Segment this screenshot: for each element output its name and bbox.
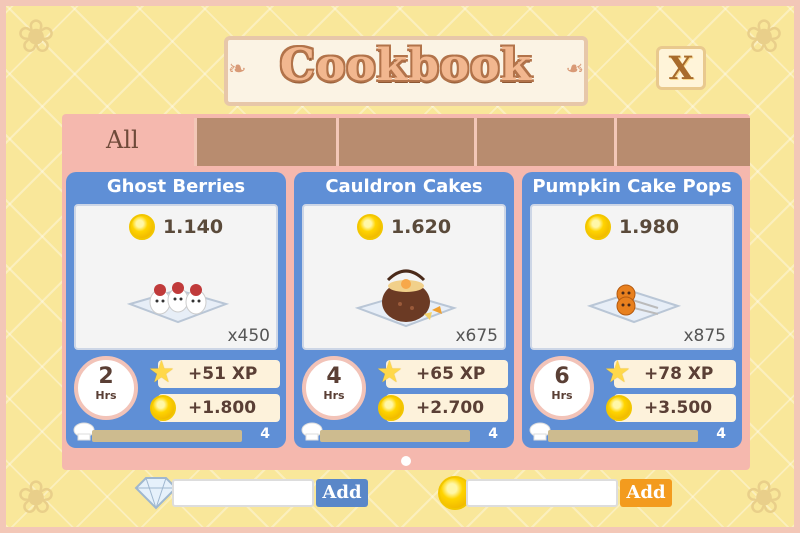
mastery-bar: [320, 430, 470, 442]
pumpkin-cake-pops-icon: [586, 284, 682, 324]
recipe-preview: 1.620 x675: [302, 204, 506, 350]
cookbook-screen: ❀ ❀ ❀ ❀ ❧ ❧ Cookbook X All Ghost Berries…: [0, 0, 800, 533]
coin-icon: [584, 214, 611, 240]
coin-reward: +1.800: [150, 394, 280, 422]
tab-category-5[interactable]: [614, 118, 750, 166]
mastery-level: 4: [488, 426, 498, 442]
xp-reward: ★ +51 XP: [148, 358, 280, 388]
xp-value: +65 XP: [416, 364, 486, 384]
mastery-bar: [548, 430, 698, 442]
recipe-price: 1.620: [304, 214, 504, 240]
coin-reward-value: +3.500: [644, 398, 713, 418]
page-indicator-dot[interactable]: [401, 456, 411, 466]
title-banner: ❧ ❧ Cookbook: [206, 32, 606, 116]
cauldron-cakes-icon: [354, 269, 458, 328]
coin-reward-value: +2.700: [416, 398, 485, 418]
coins-balance: Add: [436, 476, 674, 510]
recipe-quantity: x875: [683, 326, 726, 346]
gems-balance: Add: [132, 476, 370, 510]
coin-icon: [150, 395, 176, 421]
coins-value: [466, 479, 618, 507]
ornament-bottom-right: ❀: [744, 470, 784, 524]
cook-timer: 4 Hrs: [302, 356, 366, 420]
cook-time-value: 4: [326, 364, 342, 389]
recipe-card[interactable]: Pumpkin Cake Pops 1.980 x875 6 Hrs ★ +78…: [522, 172, 742, 448]
tab-category-4[interactable]: [474, 118, 614, 166]
category-tabs: All: [62, 114, 750, 166]
cook-time-value: 2: [98, 364, 114, 389]
recipe-quantity: x675: [455, 326, 498, 346]
price-value: 1.980: [618, 216, 680, 238]
star-icon: ★: [604, 355, 631, 390]
mastery-progress: 4: [528, 422, 734, 442]
coin-icon: [128, 214, 155, 240]
recipe-card[interactable]: Ghost Berries 1.140 x450 2 Hrs ★ +51 XP …: [66, 172, 286, 448]
add-gems-button[interactable]: Add: [316, 479, 368, 507]
mastery-bar: [92, 430, 242, 442]
coin-reward: +3.500: [606, 394, 736, 422]
recipe-quantity: x450: [227, 326, 270, 346]
recipe-name: Ghost Berries: [106, 176, 246, 197]
cook-time-unit: Hrs: [323, 389, 345, 402]
ornament-top-right: ❀: [744, 9, 784, 63]
coin-reward: +2.700: [378, 394, 508, 422]
tab-category-3[interactable]: [336, 118, 474, 166]
cook-time-value: 6: [554, 364, 570, 389]
add-coins-button[interactable]: Add: [620, 479, 672, 507]
mastery-progress: 4: [72, 422, 278, 442]
recipe-name: Cauldron Cakes: [325, 176, 483, 197]
xp-reward: ★ +65 XP: [376, 358, 508, 388]
mastery-level: 4: [260, 426, 270, 442]
recipe-name: Pumpkin Cake Pops: [532, 176, 732, 197]
ghost-berries-icon: [126, 282, 230, 324]
recipe-card[interactable]: Cauldron Cakes 1.620 x675 4 Hrs ★ +65 XP…: [294, 172, 514, 448]
price-value: 1.140: [162, 216, 224, 238]
xp-value: +51 XP: [188, 364, 258, 384]
gems-value: [172, 479, 314, 507]
tab-category-2[interactable]: [194, 118, 336, 166]
coin-icon: [356, 214, 383, 240]
mastery-level: 4: [716, 426, 726, 442]
mastery-progress: 4: [300, 422, 506, 442]
recipe-price: 1.980: [532, 214, 732, 240]
recipe-preview: 1.140 x450: [74, 204, 278, 350]
ornament-bottom-left: ❀: [16, 470, 56, 524]
cook-time-unit: Hrs: [95, 389, 117, 402]
coin-icon: [606, 395, 632, 421]
tab-all[interactable]: All: [62, 118, 194, 166]
coin-icon: [378, 395, 404, 421]
star-icon: ★: [376, 355, 403, 390]
cook-time-unit: Hrs: [551, 389, 573, 402]
page-title: Cookbook: [279, 40, 533, 91]
cook-timer: 6 Hrs: [530, 356, 594, 420]
xp-value: +78 XP: [644, 364, 714, 384]
ornament-top-left: ❀: [16, 9, 56, 63]
star-icon: ★: [148, 355, 175, 390]
xp-reward: ★ +78 XP: [604, 358, 736, 388]
price-value: 1.620: [390, 216, 452, 238]
recipe-preview: 1.980 x875: [530, 204, 734, 350]
recipe-price: 1.140: [76, 214, 276, 240]
close-button[interactable]: X: [656, 46, 706, 90]
recipes-panel: All Ghost Berries 1.140 x450 2 Hrs ★ +51…: [62, 114, 750, 470]
cook-timer: 2 Hrs: [74, 356, 138, 420]
coin-reward-value: +1.800: [188, 398, 257, 418]
